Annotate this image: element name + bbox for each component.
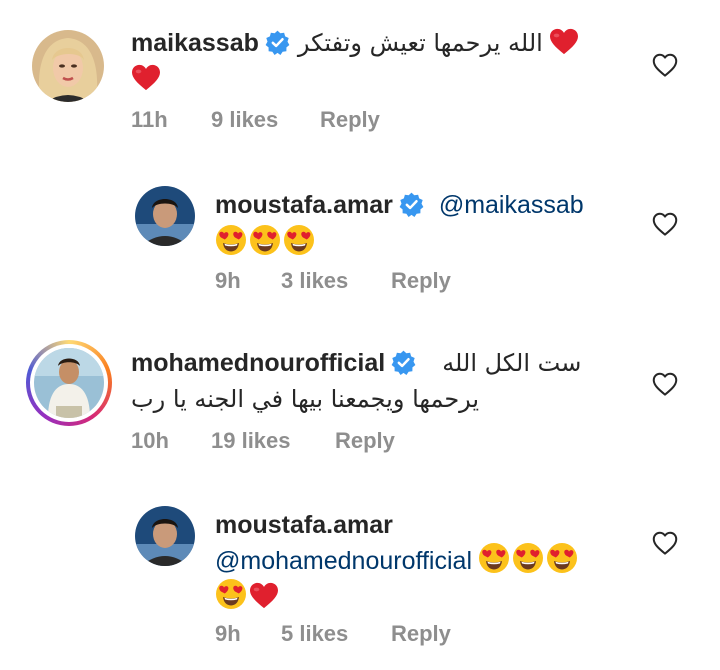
timestamp: 9h: [215, 268, 241, 293]
mention-link[interactable]: @mohamednourofficial: [215, 547, 472, 575]
avatar[interactable]: [135, 186, 195, 246]
heart-eyes-emoji: [546, 542, 578, 574]
heart-eyes-emoji: [478, 542, 510, 574]
timestamp: 9h: [215, 621, 241, 646]
comment-text-line1: ست الكل الله: [442, 349, 582, 377]
heart-outline-icon[interactable]: [650, 528, 680, 558]
reply-button[interactable]: Reply: [391, 268, 451, 294]
username[interactable]: moustafa.amar: [215, 191, 393, 219]
heart-eyes-emoji: [512, 542, 544, 574]
avatar[interactable]: [135, 506, 195, 566]
heart-eyes-emoji: [215, 224, 247, 256]
avatar[interactable]: [34, 348, 104, 418]
username[interactable]: mohamednourofficial: [131, 349, 385, 377]
heart-eyes-emoji: [249, 224, 281, 256]
red-heart-emoji: [131, 64, 161, 92]
timestamp: 10h: [131, 428, 169, 453]
reply-button[interactable]: Reply: [391, 621, 451, 647]
verified-badge-icon: [265, 30, 290, 55]
red-heart-emoji: [549, 28, 579, 56]
heart-eyes-emoji: [215, 578, 247, 610]
likes-count[interactable]: 19 likes: [211, 428, 291, 454]
avatar[interactable]: [32, 30, 104, 102]
heart-eyes-emoji: [283, 224, 315, 256]
story-ring[interactable]: [26, 340, 112, 426]
timestamp: 11h: [131, 107, 168, 132]
username[interactable]: maikassab: [131, 29, 259, 57]
heart-outline-icon[interactable]: [650, 209, 680, 239]
likes-count[interactable]: 3 likes: [281, 268, 348, 294]
verified-badge-icon: [391, 350, 416, 375]
heart-outline-icon[interactable]: [650, 369, 680, 399]
reply-button[interactable]: Reply: [320, 107, 380, 133]
reply-button[interactable]: Reply: [335, 428, 395, 454]
comment-text: الله يرحمها تعيش وتفتكر: [297, 29, 543, 57]
mention-link[interactable]: @maikassab: [439, 191, 584, 219]
username[interactable]: moustafa.amar: [215, 511, 393, 539]
likes-count[interactable]: 9 likes: [211, 107, 278, 133]
likes-count[interactable]: 5 likes: [281, 621, 348, 647]
comment-text-line2: يرحمها ويجمعنا بيها في الجنه يا رب: [131, 385, 480, 413]
verified-badge-icon: [399, 192, 424, 217]
heart-outline-icon[interactable]: [650, 50, 680, 80]
red-heart-emoji: [249, 582, 279, 610]
